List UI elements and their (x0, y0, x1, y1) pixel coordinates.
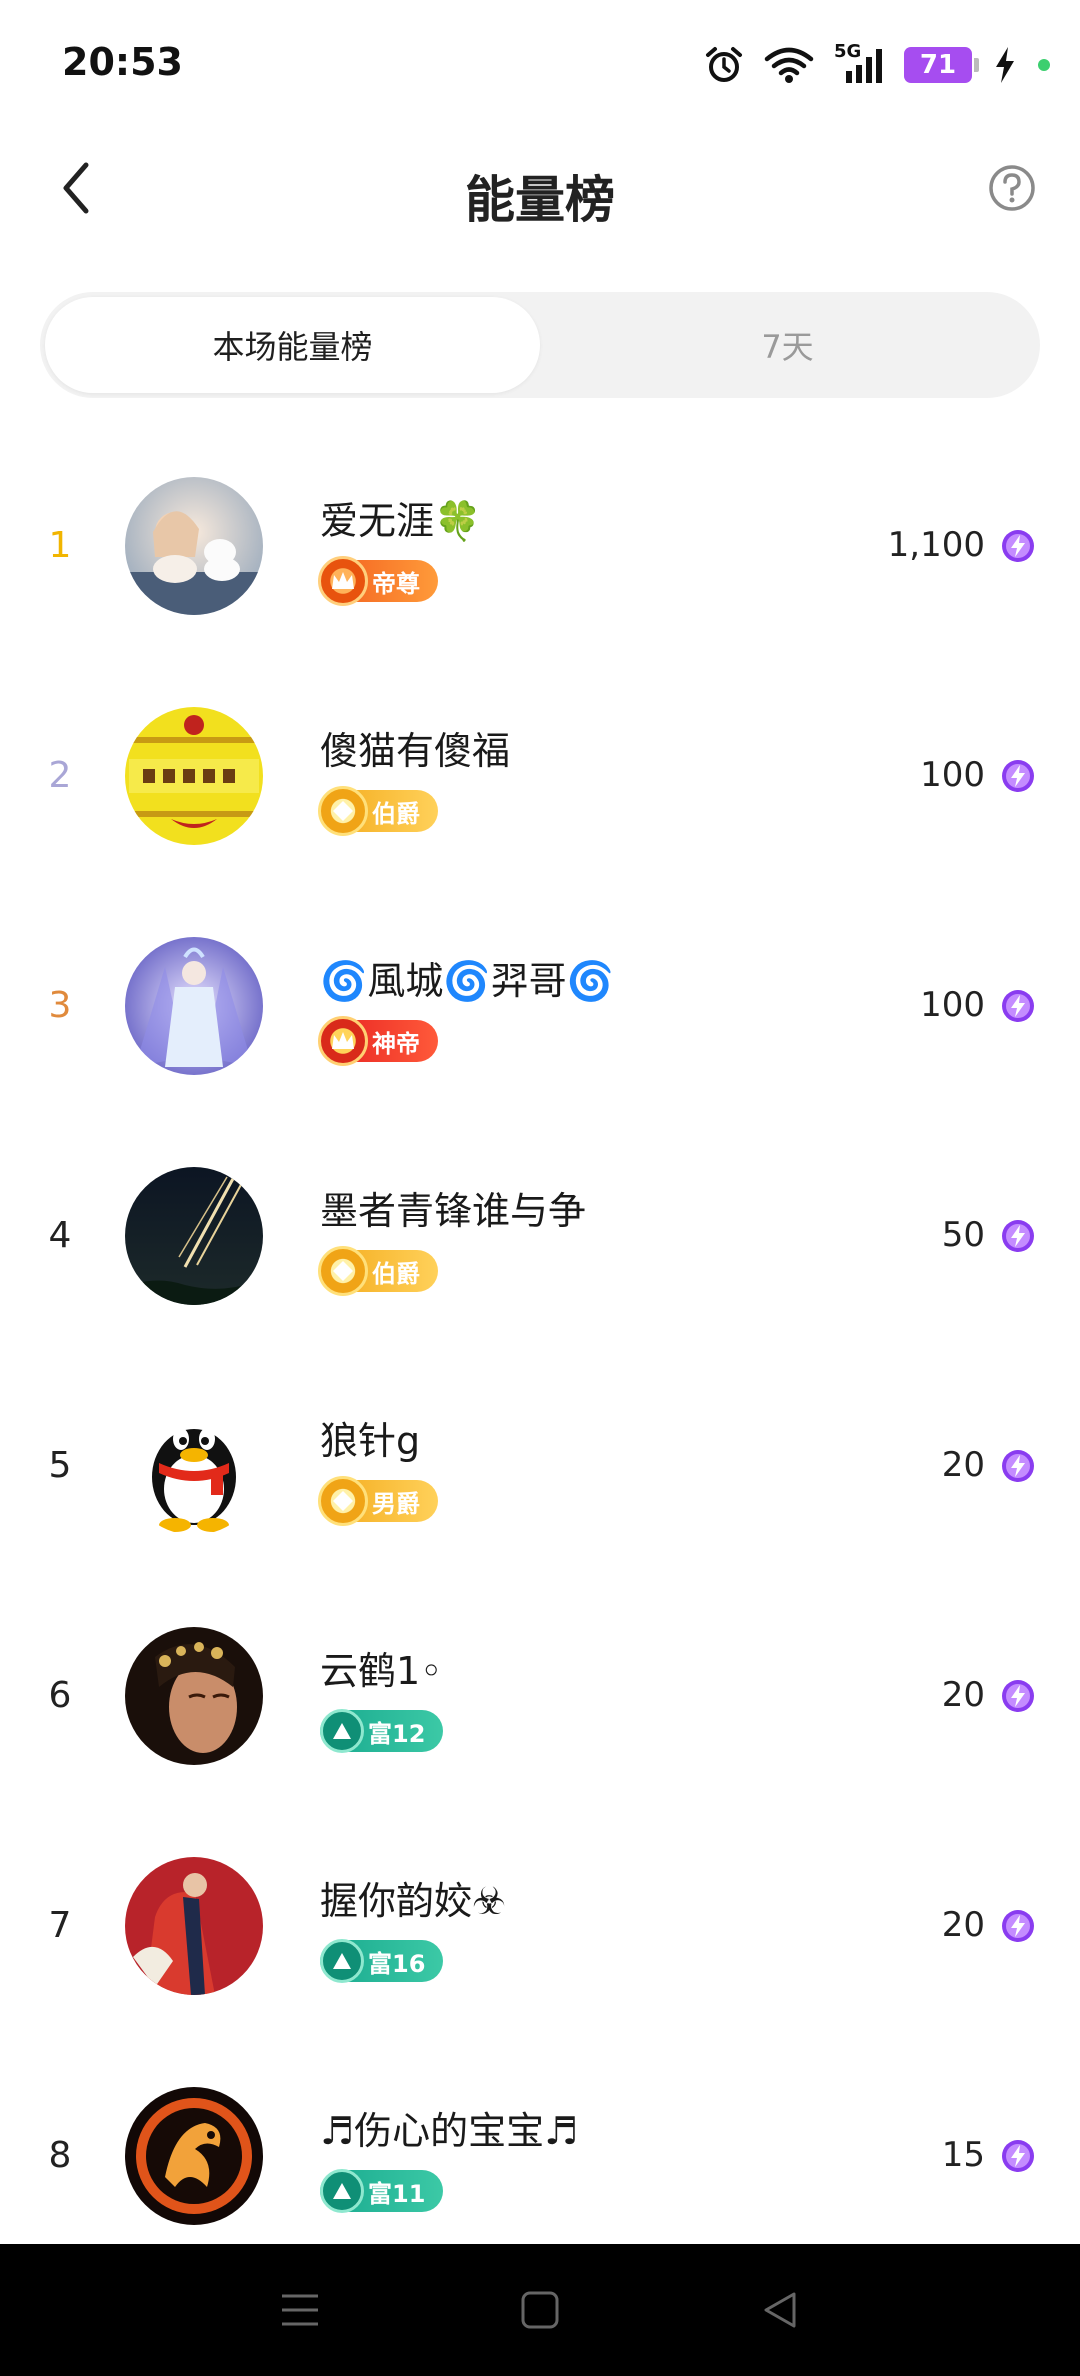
ranking-list: 1 爱无涯🍀 帝尊 1,100 2 傻猫有傻福 伯爵 100 3 🌀風城🌀羿哥🌀… (0, 430, 1080, 2270)
energy-score: 50 (941, 1215, 985, 1255)
badge-label: 富12 (368, 1719, 426, 1748)
user-name: 傻猫有傻福 (320, 729, 511, 773)
badge-label: 富11 (368, 2179, 426, 2208)
rank-number: 2 (48, 754, 72, 796)
level-badge: 富12 (320, 1709, 444, 1753)
level-badge: 男爵 (318, 1476, 438, 1526)
rank-number: 8 (48, 2134, 72, 2176)
avatar[interactable] (125, 937, 263, 1075)
crown-badge-icon (318, 1016, 368, 1066)
badge-label: 富16 (368, 1949, 426, 1978)
badge-label: 神帝 (372, 1029, 420, 1058)
rank-number: 5 (48, 1444, 72, 1486)
energy-score: 100 (920, 755, 985, 795)
avatar[interactable] (125, 1627, 263, 1765)
energy-score: 20 (941, 1905, 985, 1945)
rank-number: 1 (48, 524, 72, 566)
status-icons: 5G 71 (704, 40, 1050, 90)
status-bar: 20:53 5G 71 (0, 0, 1080, 130)
wifi-icon (764, 47, 814, 83)
rank-number: 3 (48, 984, 72, 1026)
triangle-badge-icon (320, 1939, 364, 1983)
energy-score: 100 (920, 985, 985, 1025)
diamond-badge-icon (318, 1476, 368, 1526)
badge-label: 伯爵 (372, 799, 420, 828)
level-badge: 神帝 (318, 1016, 438, 1066)
menu-button[interactable] (280, 2292, 320, 2328)
home-button[interactable] (520, 2290, 560, 2330)
ranking-row[interactable]: 4 墨者青锋谁与争 伯爵 50 (0, 1120, 1080, 1350)
badge-label: 帝尊 (372, 569, 420, 598)
menu-icon (282, 2294, 318, 2326)
user-name: 墨者青锋谁与争 (320, 1189, 587, 1233)
avatar[interactable] (125, 477, 263, 615)
rank-number: 7 (48, 1904, 72, 1946)
tab-bar: 本场能量榜 7天 (40, 292, 1040, 398)
system-navigation-bar (0, 2244, 1080, 2376)
level-badge: 伯爵 (318, 1246, 438, 1296)
ranking-row[interactable]: 3 🌀風城🌀羿哥🌀 神帝 100 (0, 890, 1080, 1120)
charging-icon (996, 47, 1014, 83)
notification-dot (1038, 59, 1050, 71)
user-name: 狼针g (320, 1419, 421, 1463)
ranking-row[interactable]: 5 狼针g 男爵 20 (0, 1350, 1080, 1580)
level-badge: 帝尊 (318, 556, 438, 606)
triangle-badge-icon (320, 1709, 364, 1753)
energy-icon (1002, 2140, 1034, 2172)
energy-score: 20 (941, 1445, 985, 1485)
help-button[interactable] (984, 160, 1040, 216)
level-badge: 富16 (320, 1939, 444, 1983)
rank-number: 4 (48, 1214, 72, 1256)
ranking-row[interactable]: 8 ♬伤心的宝宝♬ 富11 15 (0, 2040, 1080, 2270)
ranking-row[interactable]: 2 傻猫有傻福 伯爵 100 (0, 660, 1080, 890)
avatar[interactable] (125, 1857, 263, 1995)
energy-icon (1002, 1450, 1034, 1482)
system-back-button[interactable] (760, 2290, 800, 2330)
battery-percent: 71 (919, 50, 957, 80)
level-badge: 富11 (320, 2169, 444, 2213)
home-icon (521, 2291, 559, 2329)
user-name: 握你韵姣☣ (320, 1879, 507, 1923)
header: 能量榜 (0, 130, 1080, 250)
user-name: 爱无涯🍀 (320, 499, 482, 543)
avatar[interactable] (125, 2087, 263, 2225)
energy-icon (1002, 1220, 1034, 1252)
avatar[interactable] (125, 707, 263, 845)
avatar[interactable] (125, 1397, 263, 1535)
badge-label: 男爵 (372, 1489, 420, 1518)
user-name: ♬伤心的宝宝♬ (320, 2109, 579, 2153)
user-name: 云鹤1◦ (320, 1649, 443, 1693)
energy-icon (1002, 1680, 1034, 1712)
level-badge: 伯爵 (318, 786, 438, 836)
energy-score: 15 (941, 2135, 985, 2175)
ranking-row[interactable]: 6 云鹤1◦ 富12 20 (0, 1580, 1080, 1810)
energy-icon (1002, 760, 1034, 792)
screen: 20:53 5G 71 能量榜 本场能量榜 7天 1 爱无涯🍀 帝尊 1,100… (0, 0, 1080, 2376)
crown-badge-icon (318, 556, 368, 606)
energy-icon (1002, 1910, 1034, 1942)
energy-icon (1002, 990, 1034, 1022)
tab-current-session[interactable]: 本场能量榜 (45, 297, 540, 393)
alarm-icon (706, 47, 742, 82)
ranking-row[interactable]: 7 握你韵姣☣ 富16 20 (0, 1810, 1080, 2040)
diamond-badge-icon (318, 786, 368, 836)
signal-icon: 5G (834, 41, 884, 85)
page-title: 能量榜 (465, 171, 615, 229)
back-icon (764, 2292, 796, 2328)
diamond-badge-icon (318, 1246, 368, 1296)
status-time: 20:53 (62, 40, 183, 84)
user-name: 🌀風城🌀羿哥🌀 (320, 959, 614, 1003)
tab-7-days[interactable]: 7天 (540, 297, 1035, 393)
badge-label: 伯爵 (372, 1259, 420, 1288)
energy-score: 1,100 (887, 525, 985, 565)
ranking-row[interactable]: 1 爱无涯🍀 帝尊 1,100 (0, 430, 1080, 660)
triangle-badge-icon (320, 2169, 364, 2213)
energy-icon (1002, 530, 1034, 562)
battery-icon: 71 (904, 47, 979, 83)
energy-score: 20 (941, 1675, 985, 1715)
avatar[interactable] (125, 1167, 263, 1305)
rank-number: 6 (48, 1674, 72, 1716)
question-circle-icon (989, 165, 1035, 211)
